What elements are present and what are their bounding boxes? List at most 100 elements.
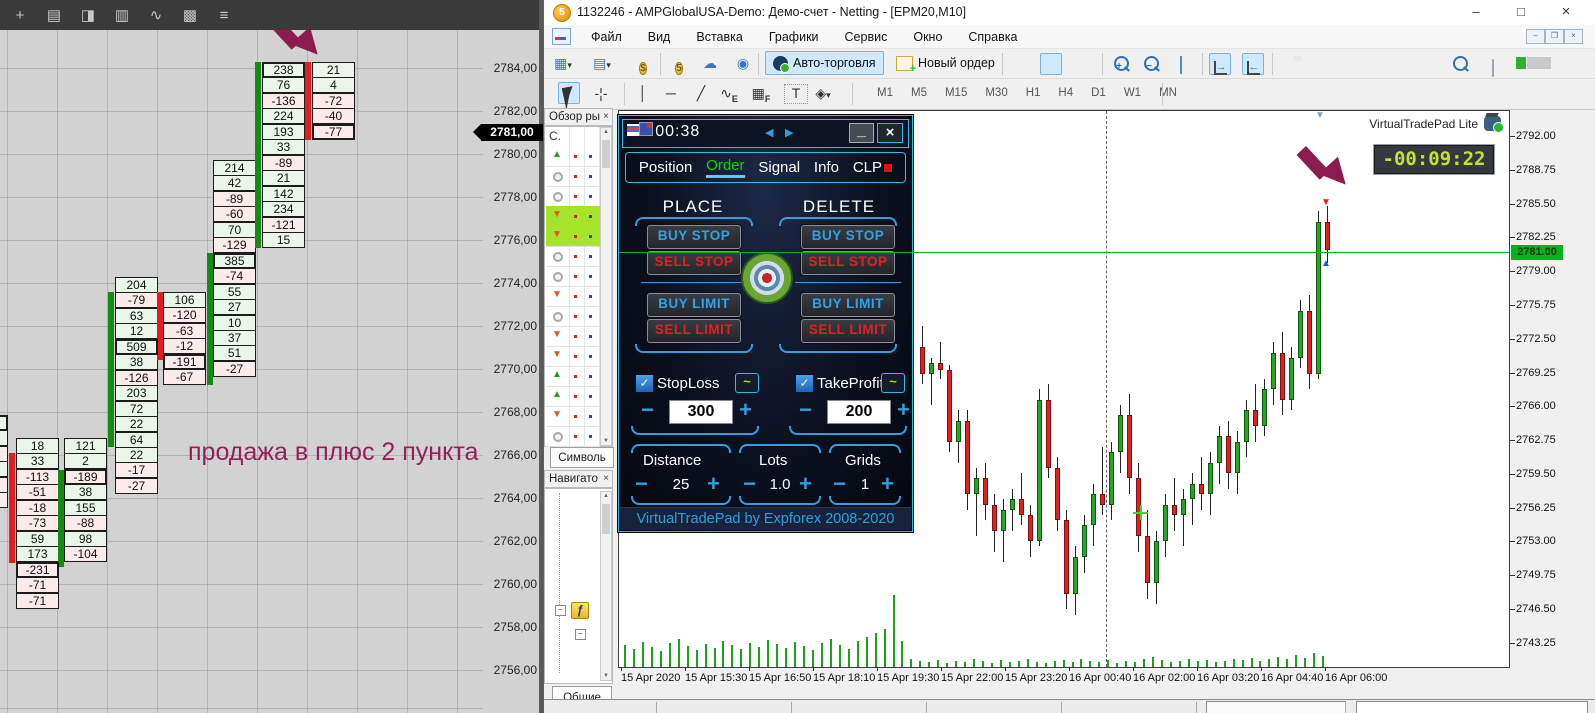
scroll-up-icon[interactable]: ▲ <box>601 493 611 499</box>
channel-tool-icon[interactable]: ∿E <box>718 82 740 104</box>
navigator-close-icon[interactable]: × <box>603 471 609 487</box>
scroll-up-icon[interactable]: ▲ <box>601 129 611 135</box>
menu-item-окно[interactable]: Окно <box>900 30 955 44</box>
cursor-tool-icon[interactable] <box>558 82 580 110</box>
timeframe-button-mn[interactable]: MN <box>1150 79 1186 107</box>
tab-symbols[interactable]: Символь <box>550 447 614 468</box>
list-icon[interactable]: ≡ <box>214 7 234 24</box>
market-watch-row[interactable] <box>546 266 600 287</box>
timeframe-button-d1[interactable]: D1 <box>1082 79 1115 107</box>
radar-icon[interactable]: ◉ <box>732 52 754 74</box>
delete-buy-stop-button[interactable]: BUY STOP <box>801 225 895 249</box>
takeprofit-minus-button[interactable]: − <box>799 399 812 421</box>
vtp-next-icon[interactable]: ▶ <box>785 126 793 139</box>
bar-chart-icon[interactable] <box>1010 55 1032 77</box>
menu-item-графики[interactable]: Графики <box>756 30 832 44</box>
auto-scroll-icon[interactable]: ← <box>1242 53 1264 75</box>
save-chart-icon[interactable] <box>1280 56 1302 78</box>
coins-icon[interactable]: 5 <box>668 55 690 77</box>
flag-icon[interactable]: ◨ <box>78 6 98 24</box>
menu-item-вставка[interactable]: Вставка <box>683 30 755 44</box>
menu-item-вид[interactable]: Вид <box>635 30 684 44</box>
market-watch-row[interactable] <box>546 186 600 207</box>
new-chart-icon[interactable]: ▦▾ <box>552 52 574 74</box>
stoploss-minus-button[interactable]: − <box>641 399 654 421</box>
vtp-tab-order[interactable]: Order <box>706 157 745 178</box>
market-watch-row[interactable]: ▼ <box>546 346 600 367</box>
chart-tabs-bar[interactable] <box>544 699 1595 713</box>
stoploss-wave-icon[interactable]: ~ <box>735 373 759 393</box>
vtp-tab-clp[interactable]: CLP <box>853 159 892 176</box>
vtp-tab-info[interactable]: Info <box>814 159 839 176</box>
scroll-down-icon[interactable]: ▼ <box>601 673 611 679</box>
delete-buy-limit-button[interactable]: BUY LIMIT <box>801 293 895 317</box>
place-sell-limit-button[interactable]: SELL LIMIT <box>647 319 741 343</box>
line-chart-icon[interactable] <box>1072 57 1094 79</box>
histogram-icon[interactable]: ▥ <box>112 6 132 24</box>
takeprofit-checkbox[interactable]: ✓ <box>795 374 814 393</box>
virtualtradepad-panel[interactable]: 00:00:38 ◀ ▶ _ × Position Order Signal Info… <box>618 115 913 532</box>
trendline-tool-icon[interactable]: ╱ <box>690 82 712 104</box>
cloud-user-icon[interactable]: ☁ <box>699 52 721 74</box>
vtp-tab-signal[interactable]: Signal <box>758 159 800 176</box>
navigator-panel[interactable]: − ƒ − ▲ ▼ <box>544 488 613 684</box>
chart-menu-icon[interactable] <box>552 28 571 45</box>
menu-item-справка[interactable]: Справка <box>955 30 1030 44</box>
crosshair-icon[interactable]: + <box>10 7 30 24</box>
market-watch-close-icon[interactable]: × <box>603 109 609 125</box>
takeprofit-wave-icon[interactable]: ~ <box>881 373 905 393</box>
footprint-canvas[interactable]: продажа в плюс 2 пункта 18 33 -113 -51 -18 -7… <box>0 30 483 713</box>
shapes-tool-icon[interactable]: ◈▾ <box>812 82 834 104</box>
tree-collapse-icon[interactable]: − <box>555 605 566 616</box>
market-watch-row[interactable]: ▼ <box>546 406 600 427</box>
market-watch-row[interactable]: ▼ <box>546 206 600 227</box>
search-doc-icon[interactable]: ▤ <box>44 6 64 24</box>
takeprofit-plus-button[interactable]: + <box>897 399 910 421</box>
market-watch-row[interactable]: ▲ <box>546 386 600 407</box>
chat-icon[interactable] <box>1482 57 1504 79</box>
timeframe-button-m5[interactable]: M5 <box>902 79 936 107</box>
navigator-header[interactable]: Навигато × <box>544 470 613 488</box>
timeframe-button-m30[interactable]: M30 <box>976 79 1016 107</box>
vertical-line-tool-icon[interactable]: │ <box>632 82 654 104</box>
market-watch-row[interactable] <box>546 306 600 327</box>
vtp-title-bar[interactable]: 00:00:38 ◀ ▶ _ × <box>622 119 909 148</box>
active-chart-tab[interactable] <box>1206 701 1346 713</box>
text-tool-icon[interactable]: T <box>784 84 808 104</box>
place-buy-limit-button[interactable]: BUY LIMIT <box>647 293 741 317</box>
chart-price-axis[interactable]: 2792.00 2788.75 2785.50 2782.25 2779.00 2775.… <box>1510 0 1595 668</box>
minimize-button[interactable]: – <box>1459 0 1493 24</box>
navigator-scrollbar[interactable]: ▲ ▼ <box>600 491 612 681</box>
place-buy-stop-button[interactable]: BUY STOP <box>647 225 741 249</box>
vtp-prev-icon[interactable]: ◀ <box>765 126 773 139</box>
scroll-down-icon[interactable]: ▼ <box>601 438 611 444</box>
lots-plus-button[interactable]: + <box>799 473 812 495</box>
vtp-close-button[interactable]: × <box>877 123 903 143</box>
market-watch-row[interactable]: ▲ <box>546 366 600 387</box>
market-watch-header[interactable]: Обзор ры × <box>544 108 613 126</box>
cycle-icon[interactable]: $ <box>632 55 654 77</box>
market-watch-panel[interactable]: С. ▲ ▼ ▼ ▼ ▼ ▼ ▲ ▲ ▼ ▲ ▼ <box>544 126 613 447</box>
takeprofit-input[interactable]: 200 <box>827 400 891 424</box>
menu-item-сервис[interactable]: Сервис <box>832 30 901 44</box>
timeframe-button-m15[interactable]: M15 <box>936 79 976 107</box>
crosshair-tool-icon[interactable]: -¦- <box>590 82 612 104</box>
stoploss-input[interactable]: 300 <box>669 400 733 424</box>
image-icon[interactable]: ▩ <box>180 6 200 24</box>
timeframe-button-w1[interactable]: W1 <box>1115 79 1150 107</box>
title-bar[interactable]: 5 1132246 - AMPGlobalUSA-Demo: Демо-счет… <box>544 0 1595 25</box>
vtp-minimize-button[interactable]: _ <box>849 123 874 143</box>
lots-minus-button[interactable]: − <box>743 473 756 495</box>
chart-shift-icon[interactable]: → <box>1209 53 1231 75</box>
delete-sell-limit-button[interactable]: SELL LIMIT <box>801 319 895 343</box>
market-watch-row[interactable]: ▼ <box>546 226 600 247</box>
horizontal-line-tool-icon[interactable]: ─ <box>660 82 682 104</box>
vtp-tab-position[interactable]: Position <box>639 159 692 176</box>
function-icon[interactable]: ƒ <box>571 602 589 619</box>
market-watch-row[interactable]: ▼ <box>546 326 600 347</box>
stoploss-plus-button[interactable]: + <box>739 399 752 421</box>
new-order-button[interactable]: Новый ордер <box>889 51 1002 75</box>
market-watch-row[interactable] <box>546 426 600 447</box>
timeframe-button-h4[interactable]: H4 <box>1049 79 1082 107</box>
delete-sell-stop-button[interactable]: SELL STOP <box>801 251 895 275</box>
